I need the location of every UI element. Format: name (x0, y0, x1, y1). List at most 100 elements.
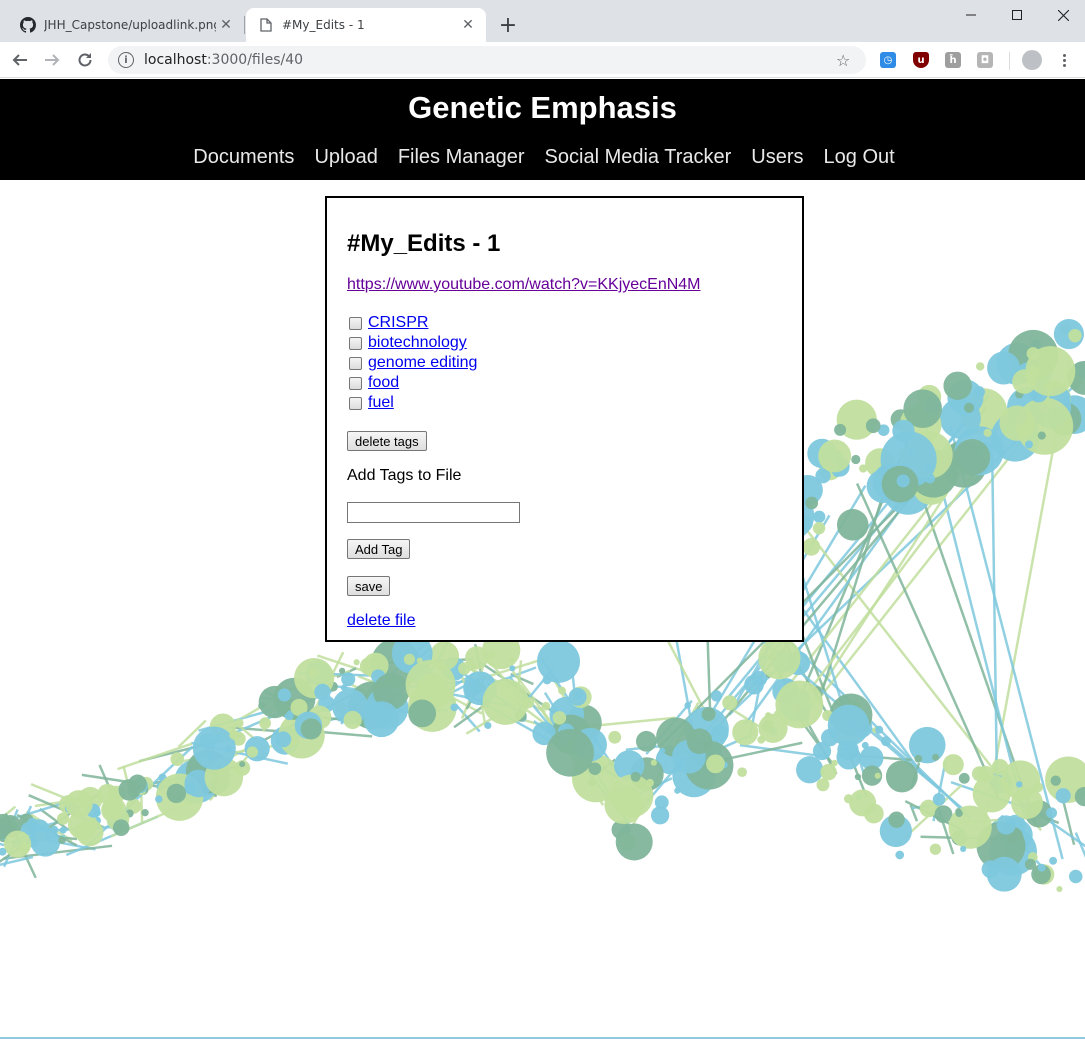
network-node (686, 728, 713, 754)
network-node (558, 686, 567, 695)
tab-title: #My_Edits - 1 (282, 18, 365, 32)
hackernews-extension-icon[interactable]: ĥ (945, 52, 961, 68)
tag-checkbox[interactable] (349, 316, 362, 330)
network-node (744, 674, 764, 695)
network-node (999, 405, 1035, 441)
network-node (141, 809, 149, 817)
nav-social-media-tracker[interactable]: Social Media Tracker (545, 146, 732, 169)
network-node (128, 774, 147, 794)
new-tab-icon[interactable]: + (496, 13, 520, 38)
tag-link[interactable]: food (368, 374, 399, 392)
network-node (684, 702, 691, 709)
network-node (737, 767, 747, 778)
network-node (1050, 775, 1061, 786)
tag-checkbox[interactable] (349, 356, 362, 370)
network-node (308, 668, 318, 679)
url-text: localhost:3000/files/40 (144, 52, 304, 68)
tag-checkbox[interactable] (349, 396, 362, 410)
network-node (851, 454, 861, 465)
network-node (484, 721, 492, 729)
network-node (1045, 807, 1058, 819)
tag-link[interactable]: biotechnology (368, 334, 467, 352)
network-node (552, 711, 567, 725)
nav-documents[interactable]: Documents (193, 146, 294, 169)
tag-link[interactable]: genome editing (368, 354, 477, 372)
toolbar-divider (1009, 52, 1010, 70)
delete-tags-button[interactable]: delete tags (347, 431, 427, 451)
bookmark-star-icon[interactable]: ☆ (836, 51, 856, 70)
site-title: Genetic Emphasis (408, 90, 677, 125)
add-tags-label: Add Tags to File (347, 467, 462, 484)
network-node (536, 639, 581, 683)
forward-arrow-icon[interactable] (38, 46, 66, 74)
network-node (932, 793, 946, 806)
network-node (229, 730, 240, 740)
main-nav: Documents Upload Files Manager Social Me… (0, 146, 1085, 169)
network-node (30, 826, 61, 857)
tag-item: biotechnology (349, 333, 477, 353)
tag-input[interactable] (347, 502, 520, 523)
tag-link[interactable]: CRISPR (368, 314, 428, 332)
bag-extension-icon[interactable]: ◘ (977, 52, 993, 68)
network-node (1049, 856, 1058, 865)
nav-upload[interactable]: Upload (314, 146, 377, 169)
nav-users[interactable]: Users (751, 146, 803, 169)
ublock-icon[interactable]: u (913, 52, 929, 68)
browser-tab-active[interactable]: #My_Edits - 1 ✕ (246, 8, 486, 42)
network-node (943, 371, 972, 401)
network-node (340, 684, 348, 691)
save-button[interactable]: save (347, 576, 391, 596)
nav-log-out[interactable]: Log Out (824, 146, 895, 169)
add-tag-button[interactable]: Add Tag (347, 539, 411, 559)
network-node (234, 718, 244, 728)
network-node (812, 522, 826, 535)
network-node (892, 419, 915, 443)
close-tab-icon[interactable]: ✕ (216, 15, 236, 35)
profile-avatar-icon[interactable] (1022, 50, 1042, 70)
file-link[interactable]: https://www.youtube.com/watch?v=KKjyecEn… (347, 276, 701, 294)
network-node (852, 723, 859, 731)
network-node (341, 672, 356, 687)
network-node (796, 756, 824, 784)
address-bar[interactable]: i localhost:3000/files/40 ☆ (108, 46, 866, 74)
nav-files-manager[interactable]: Files Manager (398, 146, 525, 169)
network-node (914, 754, 923, 763)
network-node (1056, 886, 1063, 893)
tag-checkbox[interactable] (349, 336, 362, 350)
network-node (1037, 863, 1046, 872)
tab-separator (244, 16, 245, 34)
network-node (802, 537, 821, 556)
network-node (859, 464, 868, 473)
network-link (990, 439, 999, 796)
network-node (834, 423, 847, 436)
maximize-icon[interactable] (994, 0, 1040, 30)
clock-extension-icon[interactable]: ◷ (880, 52, 896, 68)
browser-menu-icon[interactable] (1056, 48, 1072, 72)
network-node (300, 718, 322, 740)
browser-tab-github[interactable]: JHH_Capstone/uploadlink.png at ✕ (8, 8, 244, 42)
site-header: Genetic Emphasis Documents Upload Files … (0, 79, 1085, 180)
minimize-icon[interactable] (948, 0, 994, 30)
tag-item: genome editing (349, 353, 477, 373)
network-node (659, 747, 666, 754)
network-node (464, 693, 471, 700)
network-node (816, 778, 830, 792)
network-node (836, 509, 869, 541)
network-node (259, 717, 271, 730)
network-node (758, 637, 801, 680)
network-node (192, 726, 236, 770)
network-node (353, 659, 360, 666)
network-node (1068, 869, 1083, 884)
network-node (1015, 781, 1023, 788)
close-window-icon[interactable] (1040, 0, 1085, 30)
network-node (805, 496, 819, 510)
tag-checkbox[interactable] (349, 376, 362, 390)
reload-icon[interactable] (71, 46, 99, 74)
tag-item: fuel (349, 393, 477, 413)
site-info-icon[interactable]: i (118, 52, 134, 68)
back-arrow-icon[interactable] (6, 46, 34, 74)
network-node (339, 667, 346, 674)
close-tab-icon[interactable]: ✕ (458, 15, 478, 35)
tag-link[interactable]: fuel (368, 394, 394, 412)
delete-file-link[interactable]: delete file (347, 612, 416, 630)
